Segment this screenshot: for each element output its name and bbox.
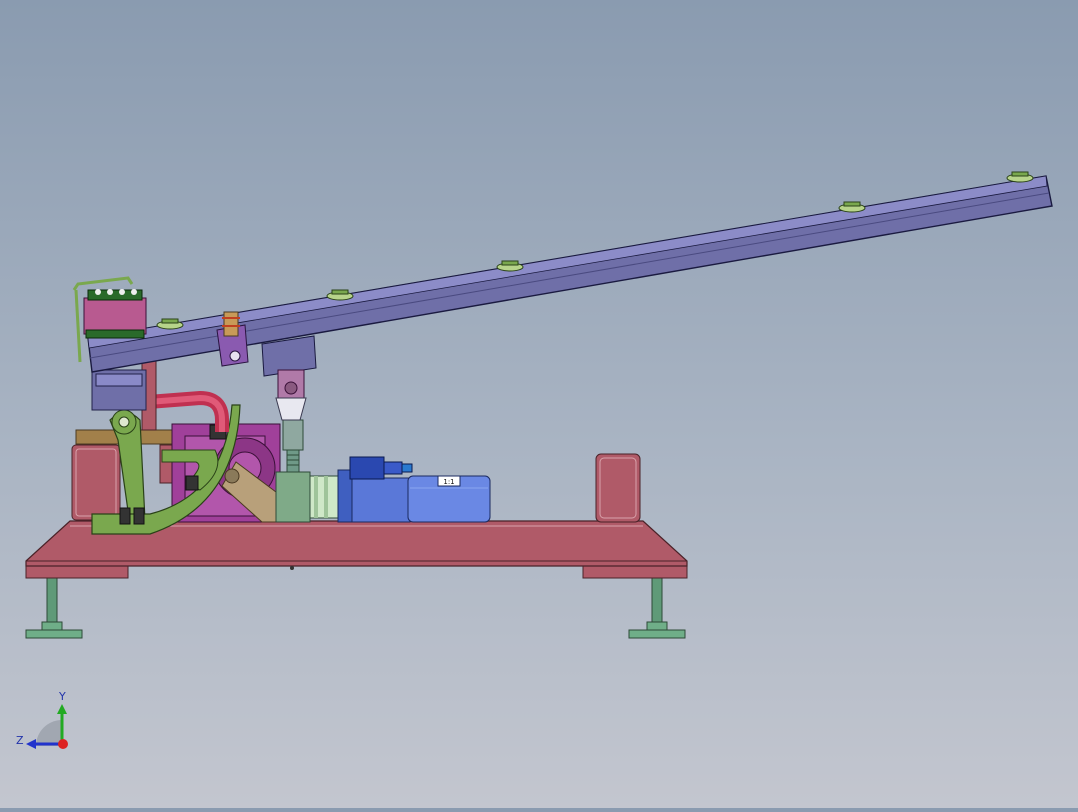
beam-carriage[interactable] — [261, 335, 317, 421]
beam-clamp — [156, 318, 184, 330]
triad-z-label: Z — [16, 734, 24, 747]
beam-clamp — [496, 260, 524, 272]
motor-nameplate: 1:1 — [443, 478, 454, 486]
screw-jack[interactable] — [282, 419, 304, 473]
right-upright[interactable] — [595, 453, 641, 523]
leveling-foot-left[interactable] — [25, 577, 83, 639]
cad-viewport[interactable]: 1:1 Y Z — [0, 0, 1078, 808]
model-canvas[interactable]: 1:1 Y Z — [0, 0, 1078, 808]
beam-clamp — [1006, 171, 1034, 183]
triad-y-label: Y — [58, 690, 66, 703]
coordinate-triad: Y Z — [16, 690, 68, 749]
beam-clamp — [326, 289, 354, 301]
motor-assembly[interactable]: 1:1 — [275, 456, 491, 523]
x-axis-dot — [58, 739, 68, 749]
beam-clamp — [838, 201, 866, 213]
leveling-foot-right[interactable] — [628, 577, 686, 639]
